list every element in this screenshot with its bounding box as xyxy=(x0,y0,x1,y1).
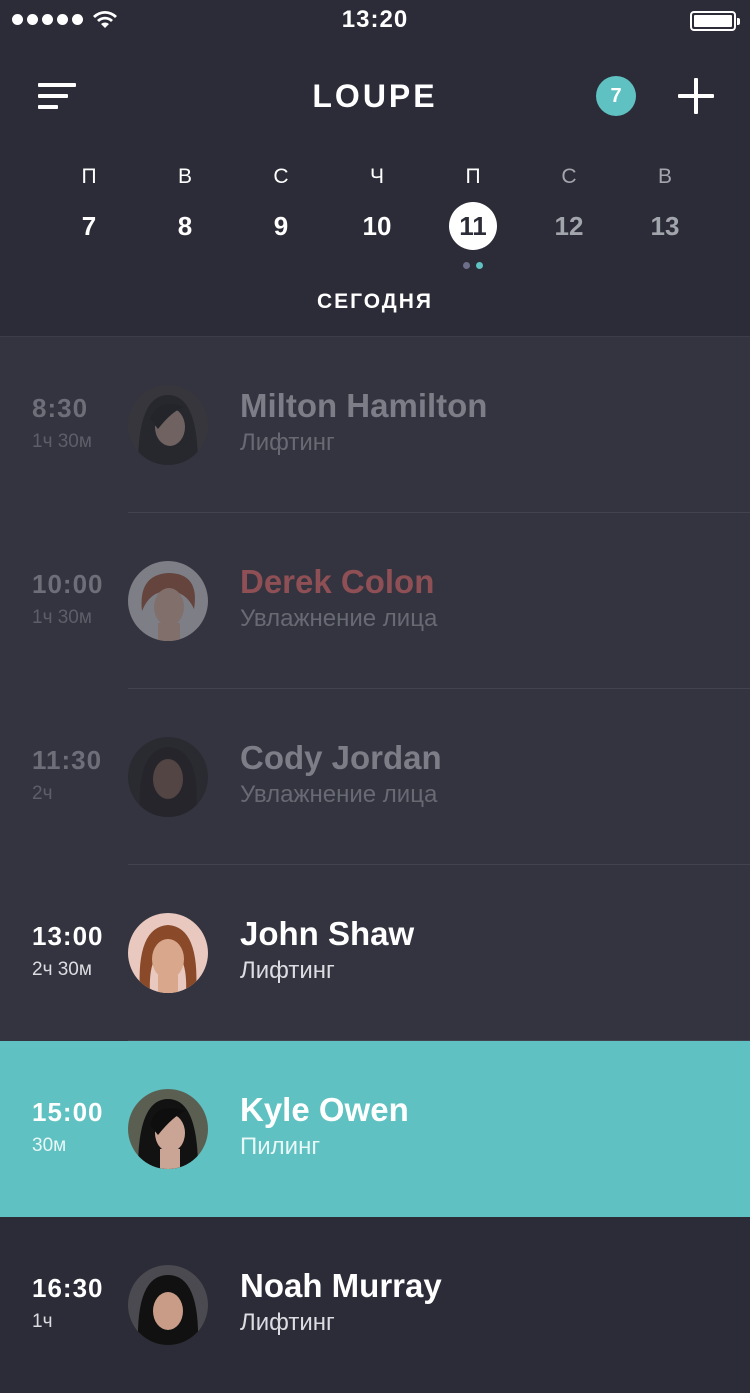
app-title: LOUPE xyxy=(312,78,438,114)
date-number: 9 xyxy=(273,211,289,241)
appointment-row[interactable]: 10:00 1ч 30м Derek Colon Увлажнение лица xyxy=(0,513,750,689)
client-name: Derek Colon xyxy=(240,563,435,600)
day-wed[interactable]: С 9 xyxy=(233,160,329,250)
weekday-label: П xyxy=(81,165,97,188)
day-fri-selected[interactable]: П 11 xyxy=(425,160,521,269)
appointment-row[interactable]: 11:30 2ч Cody Jordan Увлажнение лица xyxy=(0,689,750,865)
day-mon[interactable]: П 7 xyxy=(41,160,137,250)
battery-icon xyxy=(690,11,740,31)
weekday-label: С xyxy=(273,165,289,188)
avatar xyxy=(128,737,208,817)
appointment-time: 10:00 xyxy=(32,569,104,599)
appointment-list: 8:30 1ч 30м Milton Hamilton Лифтинг 10:0… xyxy=(0,336,750,1393)
service-name: Лифтинг xyxy=(240,957,335,984)
client-name: Milton Hamilton xyxy=(240,387,488,424)
date-number: 8 xyxy=(177,211,193,241)
appointment-duration: 1ч xyxy=(32,1311,53,1332)
date-number: 10 xyxy=(362,211,392,241)
client-name: John Shaw xyxy=(240,915,415,952)
status-clock: 13:20 xyxy=(341,6,409,33)
appointment-row-selected[interactable]: 15:00 30м Kyle Owen Пилинг xyxy=(0,1041,750,1217)
day-sun[interactable]: В 13 xyxy=(617,160,713,250)
weekday-label: П xyxy=(465,165,481,188)
day-tue[interactable]: В 8 xyxy=(137,160,233,250)
appointment-row[interactable]: 13:00 2ч 30м John Shaw Лифтинг xyxy=(0,865,750,1041)
appointment-time: 13:00 xyxy=(32,921,104,951)
date-number: 11 xyxy=(449,202,497,250)
appointment-duration: 2ч 30м xyxy=(32,959,92,980)
client-name: Cody Jordan xyxy=(240,739,442,776)
date-number: 12 xyxy=(554,211,584,241)
appointment-time: 16:30 xyxy=(32,1273,104,1303)
today-label[interactable]: СЕГОДНЯ xyxy=(0,290,750,314)
date-number: 13 xyxy=(650,211,680,241)
client-name: Noah Murray xyxy=(240,1267,442,1304)
add-icon[interactable] xyxy=(678,78,714,114)
appointment-duration: 2ч xyxy=(32,783,53,804)
appointment-time: 15:00 xyxy=(32,1097,104,1127)
day-thu[interactable]: Ч 10 xyxy=(329,160,425,250)
status-bar: 13:20 xyxy=(0,0,750,40)
client-name: Kyle Owen xyxy=(240,1091,409,1128)
appointment-row[interactable]: 8:30 1ч 30м Milton Hamilton Лифтинг xyxy=(0,337,750,513)
service-name: Лифтинг xyxy=(240,1309,335,1336)
avatar xyxy=(128,1265,208,1345)
weekday-label: В xyxy=(657,165,672,188)
notification-badge[interactable]: 7 xyxy=(596,76,636,116)
weekday-label: С xyxy=(561,165,577,188)
appointment-duration: 1ч 30м xyxy=(32,431,92,452)
appointment-duration: 1ч 30м xyxy=(32,607,92,628)
avatar xyxy=(128,561,208,641)
avatar xyxy=(128,1089,208,1169)
avatar xyxy=(128,913,208,993)
service-name: Пилинг xyxy=(240,1133,321,1160)
avatar xyxy=(128,385,208,465)
week-strip: П 7 В 8 С 9 Ч 10 П 11 С 12 В 13 xyxy=(41,160,713,269)
service-name: Увлажнение лица xyxy=(240,781,438,808)
appointment-time: 11:30 xyxy=(32,745,103,775)
date-number: 7 xyxy=(81,211,97,241)
service-name: Лифтинг xyxy=(240,429,335,456)
appointment-duration: 30м xyxy=(32,1135,67,1156)
weekday-label: Ч xyxy=(370,165,384,188)
weekday-label: В xyxy=(177,165,192,188)
service-name: Увлажнение лица xyxy=(240,605,438,632)
day-sat[interactable]: С 12 xyxy=(521,160,617,250)
appointment-time: 8:30 xyxy=(32,393,89,423)
event-dots xyxy=(425,256,521,274)
appointment-row[interactable]: 16:30 1ч Noah Murray Лифтинг xyxy=(0,1217,750,1393)
